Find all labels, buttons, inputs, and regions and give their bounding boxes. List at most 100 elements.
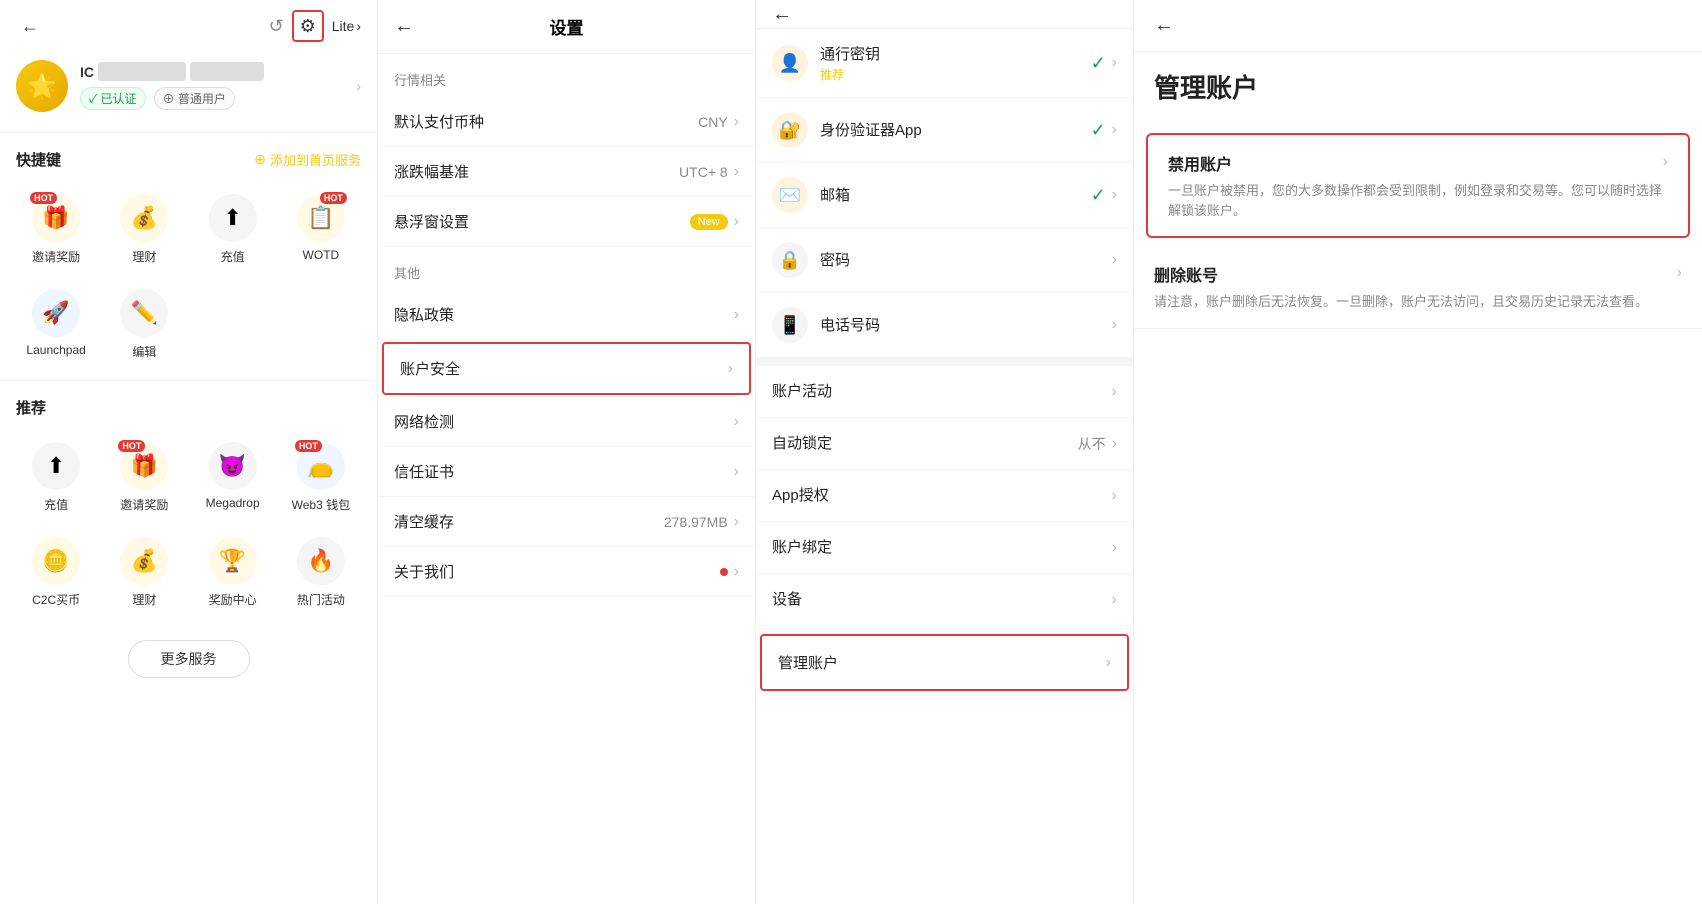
more-services-button[interactable]: 更多服务 bbox=[128, 640, 250, 678]
phone-icon: 📱 bbox=[772, 307, 808, 343]
add-service-button[interactable]: ⊕ 添加到首页服务 bbox=[254, 150, 361, 169]
manage-account-title: 管理账户 bbox=[1134, 52, 1702, 125]
manage-account-item[interactable]: 管理账户 › bbox=[760, 634, 1129, 691]
quick-finance[interactable]: 💰 理财 bbox=[104, 186, 184, 273]
gear-button[interactable]: ⚙ bbox=[292, 10, 324, 42]
profile-id-row: IC __________ ________ bbox=[80, 62, 344, 81]
security-email[interactable]: ✉️ 邮箱 ✓ › bbox=[756, 163, 1133, 228]
quick-wotd[interactable]: 📋HOT WOTD bbox=[281, 186, 361, 273]
recommended-grid-1: ⬆ 充值 🎁HOT 邀请奖励 😈 Megadrop 👝HOT Web3 钱包 🪙… bbox=[0, 426, 377, 624]
avatar: 🌟 bbox=[16, 60, 68, 112]
chevron-icon: › bbox=[734, 113, 739, 131]
panel-settings: ← 设置 行情相关 默认支付币种 CNY › 涨跌幅基准 UTC+ 8 › 悬浮… bbox=[378, 0, 756, 904]
chevron-icon: › bbox=[1663, 153, 1668, 171]
settings-account-security[interactable]: 账户安全 › bbox=[382, 342, 751, 395]
rec-rewards[interactable]: 🏆 奖励中心 bbox=[193, 529, 273, 616]
security-account-binding[interactable]: 账户绑定 › bbox=[756, 522, 1133, 574]
section-label-market: 行情相关 bbox=[378, 54, 755, 97]
rec-invite[interactable]: 🎁HOT 邀请奖励 bbox=[104, 434, 184, 521]
new-badge: New bbox=[690, 214, 728, 230]
rec-finance[interactable]: 💰 理财 bbox=[104, 529, 184, 616]
back-button[interactable]: ← bbox=[16, 12, 44, 40]
quick-keys-title: 快捷键 bbox=[16, 149, 61, 170]
lite-button[interactable]: Lite › bbox=[332, 18, 361, 34]
chevron-icon: › bbox=[1112, 591, 1117, 609]
security-app-auth[interactable]: App授权 › bbox=[756, 470, 1133, 522]
manage-delete-account[interactable]: 删除账号 请注意，账户删除后无法恢复。一旦删除，账户无法访问，且交易历史记录无法… bbox=[1134, 246, 1702, 329]
quick-launchpad[interactable]: 🚀 Launchpad bbox=[16, 281, 96, 368]
refresh-icon[interactable]: ↺ bbox=[269, 16, 284, 37]
password-icon: 🔒 bbox=[772, 242, 808, 278]
rec-web3[interactable]: 👝HOT Web3 钱包 bbox=[281, 434, 361, 521]
rec-deposit[interactable]: ⬆ 充值 bbox=[16, 434, 96, 521]
gear-icon: ⚙ bbox=[300, 16, 316, 37]
chevron-icon: › bbox=[1112, 251, 1117, 269]
profile-name-blurred: __________ bbox=[98, 62, 186, 81]
profile-badges: ✓ 已认证 ⊕ 普通用户 bbox=[80, 87, 344, 110]
panel-manage-account: ← 管理账户 禁用账户 一旦账户被禁用，您的大多数操作都会受到限制，例如登录和交… bbox=[1134, 0, 1702, 904]
manage-account-header: ← bbox=[1134, 0, 1702, 52]
chevron-icon: › bbox=[1677, 264, 1682, 282]
settings-privacy[interactable]: 隐私政策 › bbox=[378, 290, 755, 340]
section-divider bbox=[756, 358, 1133, 366]
settings-default-currency[interactable]: 默认支付币种 CNY › bbox=[378, 97, 755, 147]
manage-disable-account[interactable]: 禁用账户 一旦账户被禁用，您的大多数操作都会受到限制，例如登录和交易等。您可以随… bbox=[1146, 133, 1690, 238]
settings-trust-cert[interactable]: 信任证书 › bbox=[378, 447, 755, 497]
launchpad-icon-circle: 🚀 bbox=[32, 289, 80, 337]
chevron-icon: › bbox=[1112, 487, 1117, 505]
authenticator-icon: 🔐 bbox=[772, 112, 808, 148]
security-phone[interactable]: 📱 电话号码 › bbox=[756, 293, 1133, 358]
settings-price-basis[interactable]: 涨跌幅基准 UTC+ 8 › bbox=[378, 147, 755, 197]
check-icon: ✓ bbox=[1091, 120, 1106, 141]
security-auto-lock[interactable]: 自动锁定 从不 › bbox=[756, 418, 1133, 470]
quick-deposit[interactable]: ⬆ 充值 bbox=[193, 186, 273, 273]
check-icon: ✓ bbox=[1091, 53, 1106, 74]
chevron-icon: › bbox=[734, 213, 739, 231]
chevron-icon: › bbox=[1112, 316, 1117, 334]
profile-chevron[interactable]: › bbox=[356, 78, 361, 94]
quick-invite[interactable]: 🎁HOT 邀请奖励 bbox=[16, 186, 96, 273]
chevron-icon: › bbox=[1112, 121, 1117, 139]
chevron-icon: › bbox=[734, 306, 739, 324]
chevron-icon: › bbox=[1112, 435, 1117, 453]
manage-back-button[interactable]: ← bbox=[1154, 14, 1174, 37]
chevron-icon: › bbox=[1112, 539, 1117, 557]
security-back-button[interactable]: ← bbox=[772, 3, 792, 26]
settings-about[interactable]: 关于我们 › bbox=[378, 547, 755, 597]
security-devices[interactable]: 设备 › bbox=[756, 574, 1133, 626]
launchpad-label: Launchpad bbox=[26, 343, 85, 357]
verified-badge: ✓ 已认证 bbox=[80, 87, 146, 110]
deposit-label: 充值 bbox=[221, 248, 245, 265]
security-authenticator[interactable]: 🔐 身份验证器App ✓ › bbox=[756, 98, 1133, 163]
nav-right-icons: ↺ ⚙ Lite › bbox=[269, 10, 361, 42]
security-passkey[interactable]: 👤 通行密钥 推荐 ✓ › bbox=[756, 29, 1133, 98]
recommended-title: 推荐 bbox=[16, 397, 46, 418]
finance-icon-circle: 💰 bbox=[120, 194, 168, 242]
settings-clear-cache[interactable]: 清空缓存 278.97MB › bbox=[378, 497, 755, 547]
rec-hot-events[interactable]: 🔥 热门活动 bbox=[281, 529, 361, 616]
chevron-icon: › bbox=[1112, 383, 1117, 401]
passkey-icon: 👤 bbox=[772, 45, 808, 81]
more-services-container: 更多服务 bbox=[0, 624, 377, 694]
settings-back-button[interactable]: ← bbox=[394, 15, 414, 38]
security-password[interactable]: 🔒 密码 › bbox=[756, 228, 1133, 293]
chevron-icon: › bbox=[734, 513, 739, 531]
settings-floating-window[interactable]: 悬浮窗设置 New › bbox=[378, 197, 755, 247]
rec-megadrop[interactable]: 😈 Megadrop bbox=[193, 434, 273, 521]
recommended-header: 推荐 bbox=[0, 385, 377, 426]
chevron-icon: › bbox=[1112, 186, 1117, 204]
invite-label: 邀请奖励 bbox=[32, 248, 80, 265]
edit-label: 编辑 bbox=[132, 343, 156, 360]
security-account-activity[interactable]: 账户活动 › bbox=[756, 366, 1133, 418]
rec-c2c[interactable]: 🪙 C2C买币 bbox=[16, 529, 96, 616]
chevron-icon: › bbox=[734, 163, 739, 181]
profile-detail-blurred: ________ bbox=[190, 62, 264, 81]
settings-network[interactable]: 网络检测 › bbox=[378, 397, 755, 447]
wotd-label: WOTD bbox=[303, 248, 340, 262]
check-icon: ✓ bbox=[1091, 185, 1106, 206]
security-nav: ← bbox=[756, 0, 1133, 29]
chevron-icon: › bbox=[1106, 654, 1111, 672]
home-top-nav: ← ↺ ⚙ Lite › bbox=[0, 0, 377, 52]
quick-edit[interactable]: ✏️ 编辑 bbox=[104, 281, 184, 368]
settings-title: 设置 bbox=[550, 14, 584, 39]
